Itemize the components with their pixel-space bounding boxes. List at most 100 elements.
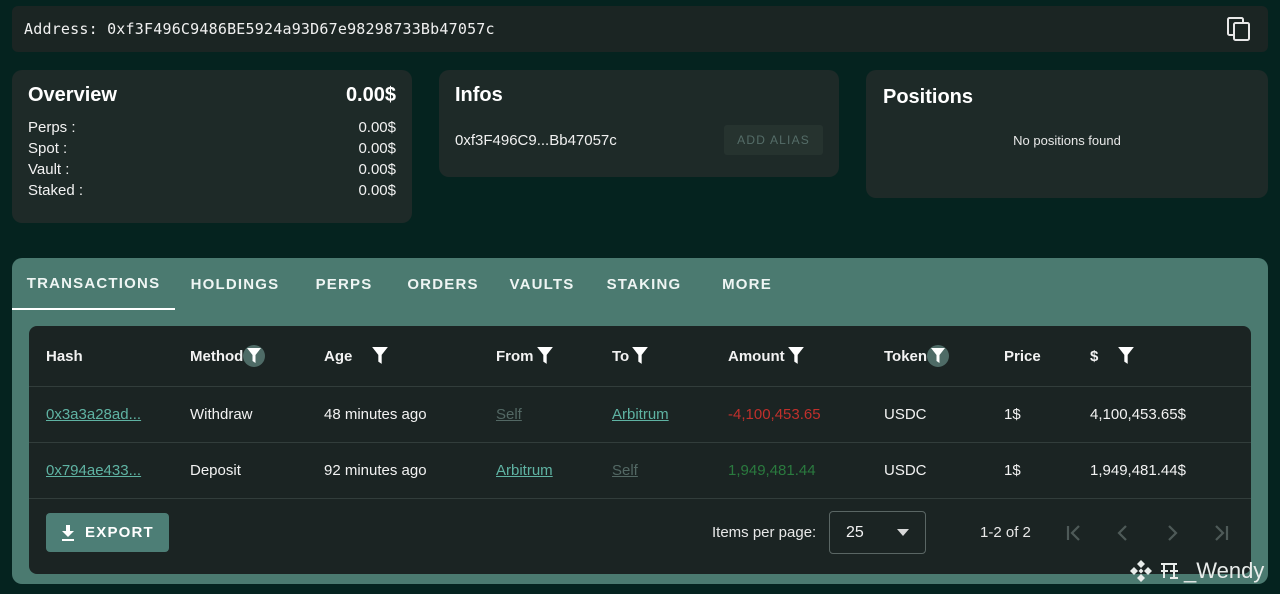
watermark: _Wendy [1128,558,1264,584]
overview-row-spot: Spot : 0.00$ [28,138,396,159]
overview-value: 0.00$ [358,161,396,178]
from-cell: Self [496,406,612,423]
filter-icon[interactable] [787,347,804,365]
token-cell: USDC [884,406,927,423]
tab-staking[interactable]: STAKING [591,258,697,310]
overview-title: Overview [28,84,117,106]
hash-link[interactable]: 0x3a3a28ad... [46,406,141,423]
copy-icon[interactable] [1226,16,1252,42]
price-cell: 1$ [1004,462,1021,479]
header-label: From [496,347,534,365]
to-self: Self [612,462,638,479]
from-cell: Arbitrum [496,462,612,479]
filter-icon[interactable] [372,347,389,365]
filter-icon[interactable] [632,347,649,365]
items-per-page-label: Items per page: [712,524,817,541]
filter-icon[interactable] [536,347,553,365]
price-cell: 1$ [1004,406,1021,423]
header-label: Hash [46,347,83,365]
filter-icon[interactable] [243,345,266,367]
hash-cell: 0x794ae433... [29,462,190,479]
overview-label: Spot : [28,140,68,157]
address-text: Address: 0xf3F496C9486BE5924a93D67e98298… [24,20,495,38]
to-cell: Self [612,462,728,479]
header-hash: Hash [29,348,190,365]
table-row: 0x3a3a28ad... Withdraw 48 minutes ago Se… [29,387,1251,443]
method-cell: Withdraw [190,406,253,423]
transactions-table: Hash Method Age From To Amount Token Pri… [29,326,1251,574]
header-usd: $ [1090,347,1230,365]
overview-label: Vault : [28,161,70,178]
table-header-row: Hash Method Age From To Amount Token Pri… [29,326,1251,387]
age-cell: 48 minutes ago [324,406,427,423]
tab-orders[interactable]: ORDERS [393,258,493,310]
usd-cell: 4,100,453.65$ [1090,406,1186,423]
infos-row: 0xf3F496C9...Bb47057c ADD ALIAS [455,125,823,155]
overview-label: Perps : [28,119,76,136]
watermark-glyph-icon [1161,563,1178,579]
header-price: Price [1004,348,1090,365]
tab-holdings[interactable]: HOLDINGS [175,258,295,310]
tab-perps[interactable]: PERPS [295,258,393,310]
header-method: Method [190,345,324,367]
from-self: Self [496,406,522,423]
export-label: EXPORT [85,524,154,541]
hash-cell: 0x3a3a28ad... [29,406,190,423]
tabs-panel: TRANSACTIONS HOLDINGS PERPS ORDERS VAULT… [12,258,1268,584]
table-footer: EXPORT Items per page: 25 1-2 of 2 [29,500,1251,574]
tab-more[interactable]: MORE [697,258,797,310]
age-cell: 92 minutes ago [324,462,427,479]
overview-label: Staked : [28,182,84,199]
add-alias-button[interactable]: ADD ALIAS [724,125,823,155]
overview-row-vault: Vault : 0.00$ [28,159,396,180]
chevron-down-icon [897,529,909,536]
header-label: To [612,347,630,365]
infos-card: Infos 0xf3F496C9...Bb47057c ADD ALIAS [439,70,839,177]
next-page-icon[interactable] [1161,522,1183,544]
overview-value: 0.00$ [358,182,396,199]
first-page-icon[interactable] [1063,522,1085,544]
no-positions-text: No positions found [1013,133,1121,148]
header-token: Token [884,345,1004,367]
positions-card: Positions No positions found [866,70,1268,198]
overview-row-staked: Staked : 0.00$ [28,180,396,201]
prev-page-icon[interactable] [1112,522,1134,544]
header-label: $ [1090,347,1099,365]
overview-total: 0.00$ [345,84,396,106]
header-from: From [496,347,612,365]
items-per-page-value: 25 [846,523,864,541]
amount-cell: 1,949,481.44 [728,462,816,479]
infos-address: 0xf3F496C9...Bb47057c [455,131,617,149]
overview-card: Overview 0.00$ Perps : 0.00$ Spot : 0.00… [12,70,412,223]
address-bar: Address: 0xf3F496C9486BE5924a93D67e98298… [12,6,1268,52]
method-cell: Deposit [190,462,241,479]
tab-transactions[interactable]: TRANSACTIONS [12,258,175,310]
infos-title: Infos [455,84,503,106]
token-cell: USDC [884,462,927,479]
header-age: Age [324,347,496,365]
table-row: 0x794ae433... Deposit 92 minutes ago Arb… [29,443,1251,499]
to-cell: Arbitrum [612,406,728,423]
export-button[interactable]: EXPORT [46,513,169,552]
items-per-page-select[interactable]: 25 [829,511,926,554]
overview-row-perps: Perps : 0.00$ [28,117,396,138]
amount-cell: -4,100,453.65 [728,406,821,423]
header-label: Age [324,347,353,365]
header-label: Amount [728,347,785,365]
positions-title: Positions [883,86,974,108]
overview-value: 0.00$ [358,140,396,157]
overview-value: 0.00$ [358,119,396,136]
tab-vaults[interactable]: VAULTS [493,258,591,310]
header-label: Method [190,347,244,365]
range-text: 1-2 of 2 [980,524,1031,541]
header-label: Price [1004,347,1041,365]
watermark-text: _Wendy [1184,558,1265,583]
hash-link[interactable]: 0x794ae433... [46,462,141,479]
from-link[interactable]: Arbitrum [496,462,553,479]
filter-icon[interactable] [1118,347,1135,365]
tab-bar: TRANSACTIONS HOLDINGS PERPS ORDERS VAULT… [12,258,1268,310]
filter-icon[interactable] [927,345,950,367]
last-page-icon[interactable] [1210,522,1232,544]
header-amount: Amount [728,347,884,365]
to-link[interactable]: Arbitrum [612,406,669,423]
